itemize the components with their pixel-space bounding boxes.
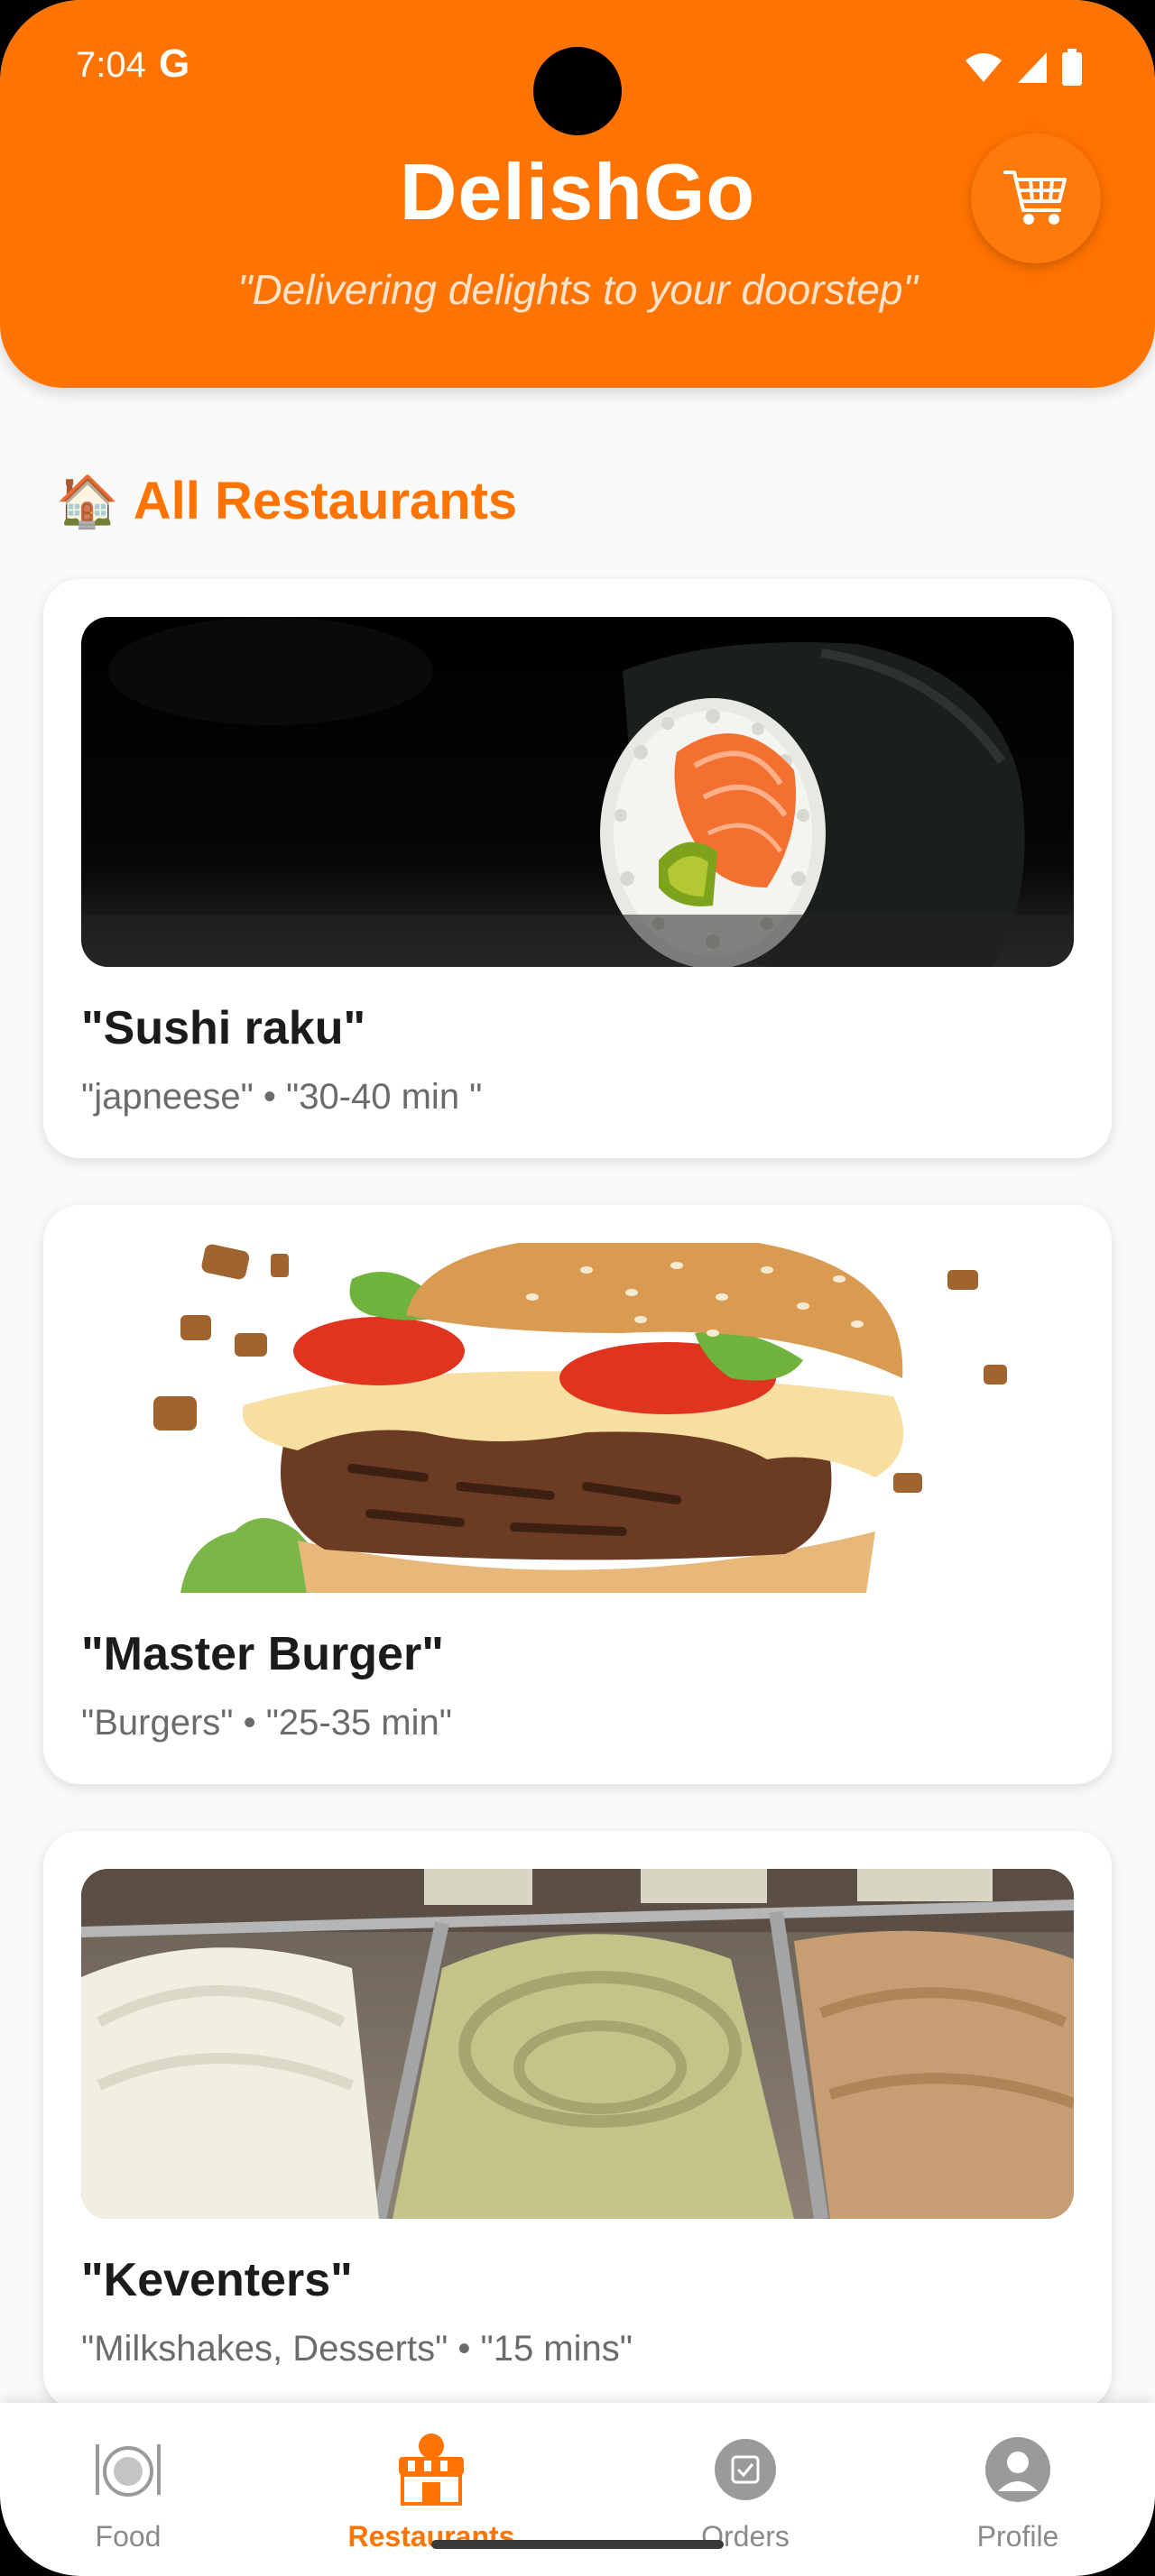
food-plate-icon bbox=[96, 2444, 161, 2497]
cart-icon bbox=[1003, 170, 1067, 225]
profile-icon bbox=[985, 2437, 1050, 2502]
burger-image bbox=[81, 1243, 1074, 1593]
cart-button[interactable] bbox=[971, 133, 1101, 263]
status-time: 7:04 bbox=[76, 45, 146, 85]
nav-item-profile[interactable]: Profile bbox=[910, 2433, 1126, 2560]
sushi-roll-image bbox=[81, 617, 1074, 967]
restaurant-name: "Master Burger" bbox=[81, 1628, 444, 1680]
camera-cutout bbox=[533, 47, 622, 135]
bottom-navigation: Food Restaurants Orders Profile bbox=[0, 2403, 1155, 2576]
restaurant-name: "Keventers" bbox=[81, 2254, 353, 2306]
restaurant-meta: "Milkshakes, Desserts" • "15 mins" bbox=[81, 2329, 633, 2369]
storefront-icon bbox=[399, 2433, 464, 2506]
app-header: 7:04 G DelishGo "Delivering delights to … bbox=[0, 0, 1155, 388]
nav-label-profile: Profile bbox=[976, 2520, 1059, 2553]
nav-label-food: Food bbox=[95, 2520, 162, 2553]
restaurant-meta: "japneese" • "30-40 min " bbox=[81, 1077, 483, 1117]
gesture-home-bar[interactable] bbox=[431, 2540, 724, 2549]
orders-icon bbox=[715, 2439, 776, 2500]
section-heading: 🏠 All Restaurants bbox=[56, 471, 517, 531]
house-icon: 🏠 bbox=[56, 472, 119, 529]
wifi-icon bbox=[966, 53, 1002, 82]
restaurant-meta: "Burgers" • "25-35 min" bbox=[81, 1703, 452, 1743]
google-icon: G bbox=[159, 41, 190, 86]
app-screen: 7:04 G DelishGo "Delivering delights to … bbox=[0, 0, 1155, 2576]
status-icons bbox=[964, 49, 1083, 87]
restaurant-card-master-burger[interactable]: "Master Burger" "Burgers" • "25-35 min" bbox=[43, 1205, 1112, 1784]
nav-item-food[interactable]: Food bbox=[20, 2433, 236, 2560]
restaurant-name: "Sushi raku" bbox=[81, 1002, 366, 1054]
ice-cream-image bbox=[81, 1869, 1074, 2219]
app-tagline: "Delivering delights to your doorstep" bbox=[237, 266, 918, 313]
signal-icon bbox=[1018, 52, 1047, 83]
restaurant-card-sushi-raku[interactable]: "Sushi raku" "japneese" • "30-40 min " bbox=[43, 579, 1112, 1158]
restaurant-card-keventers[interactable]: "Keventers" "Milkshakes, Desserts" • "15… bbox=[43, 1831, 1112, 2410]
battery-icon bbox=[1062, 49, 1082, 86]
section-title: All Restaurants bbox=[133, 472, 518, 530]
